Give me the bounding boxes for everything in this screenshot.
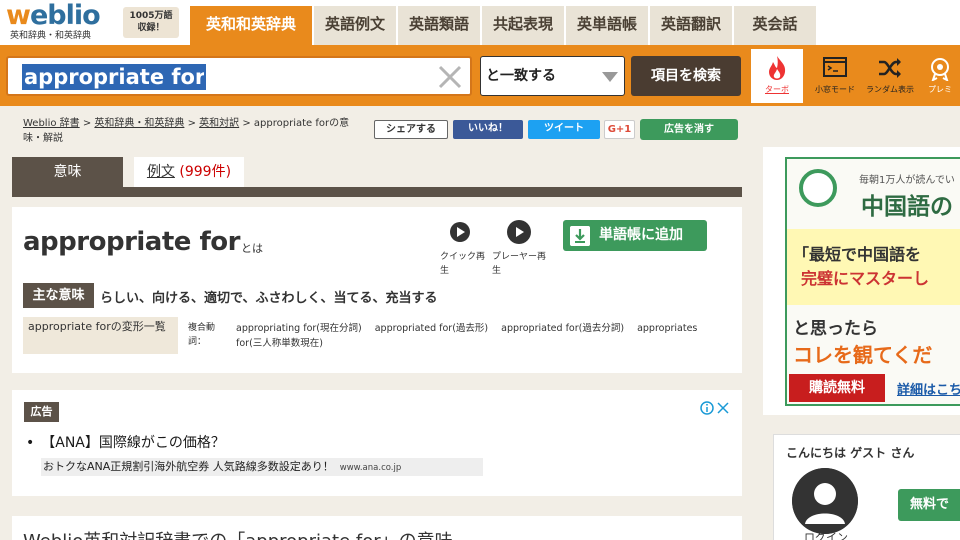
flame-icon bbox=[769, 56, 786, 80]
ad-choices-close-icon[interactable] bbox=[698, 400, 734, 416]
sidebar-ad-copy-line1: 「最短で中国語を bbox=[793, 245, 922, 264]
small-window-mode-tool[interactable]: 小窓モード bbox=[807, 49, 863, 103]
tab-translation[interactable]: 英語翻訳 bbox=[650, 6, 732, 45]
sidebar-ad-copy-line2: 完璧にマスターし bbox=[801, 269, 930, 288]
search-input[interactable] bbox=[22, 64, 206, 90]
entry-headword: appropriate for bbox=[23, 227, 240, 257]
breadcrumb: Weblio 辞書 > 英和辞典・和英辞典 > 英和対訳 > appropria… bbox=[23, 116, 368, 146]
tweet-button[interactable]: ツイート bbox=[528, 120, 600, 139]
meaning-tab-bar: 意味 例文 (999件) bbox=[12, 157, 742, 197]
tab-synonyms[interactable]: 英語類語 bbox=[398, 6, 480, 45]
inflection-form: appropriated for(過去形) bbox=[374, 323, 489, 334]
ad-box: 広告 • 【ANA】国際線がこの価格？ おトクなANA正規割引海外航空券 人気路… bbox=[12, 390, 742, 496]
inflection-forms: appropriating for(現在分詞) appropriated for… bbox=[236, 321, 726, 351]
tab-example-sentences[interactable]: 英語例文 bbox=[314, 6, 396, 45]
breadcrumb-link-weblio[interactable]: Weblio 辞書 bbox=[23, 118, 80, 129]
share-button[interactable]: シェアする bbox=[374, 120, 448, 139]
clear-icon[interactable] bbox=[436, 63, 464, 91]
login-link[interactable]: ログイン bbox=[804, 529, 848, 540]
player-play-label: プレーヤー再生 bbox=[492, 252, 547, 276]
premium-label: プレミ bbox=[928, 85, 952, 94]
subscribe-free-button[interactable]: 購読無料 bbox=[789, 374, 885, 402]
add-to-wordbook-button[interactable]: 単語帳に追加 bbox=[563, 220, 707, 251]
avatar-icon[interactable] bbox=[792, 468, 858, 534]
breadcrumb-link-translation[interactable]: 英和対訳 bbox=[199, 118, 239, 129]
count-badge-line2: 収録！ bbox=[137, 23, 165, 33]
breadcrumb-link-dictionary[interactable]: 英和辞典・和英辞典 bbox=[94, 118, 184, 129]
quick-play-label: クイック再生 bbox=[440, 252, 486, 276]
download-icon bbox=[570, 226, 590, 246]
tab-wordbook[interactable]: 英単語帳 bbox=[566, 6, 648, 45]
top-navigation-bar: weblio 英和辞典・和英辞典 1005万語 収録！ 英和和英辞典 英語例文 … bbox=[0, 0, 960, 45]
examples-count: (999件) bbox=[179, 164, 232, 180]
tab-conversation[interactable]: 英会話 bbox=[734, 6, 816, 45]
play-icon bbox=[450, 222, 470, 242]
google-plus-button[interactable]: G+1 bbox=[604, 120, 635, 139]
translation-section-card: Weblio英和対訳辞書での「appropriate for」の意味 bbox=[12, 516, 742, 540]
tab-examples[interactable]: 例文 (999件) bbox=[134, 157, 244, 187]
search-button[interactable]: 項目を検索 bbox=[631, 56, 741, 96]
greeting-text: こんにちは ゲスト さん bbox=[786, 446, 915, 460]
word-count-badge: 1005万語 収録！ bbox=[123, 7, 179, 38]
ad-url: www.ana.co.jp bbox=[339, 463, 402, 473]
add-wordbook-label: 単語帳に追加 bbox=[599, 227, 683, 243]
turbo-label: ターボ bbox=[765, 85, 789, 94]
hide-ads-button[interactable]: 広告を消す bbox=[640, 119, 738, 140]
match-mode-select[interactable]: と一致する bbox=[480, 56, 625, 96]
weblio-logo[interactable]: weblio 英和辞典・和英辞典 bbox=[6, 0, 118, 43]
sidebar-ad-subtitle: 毎朝1万人が読んでい bbox=[859, 175, 955, 186]
small-window-label: 小窓モード bbox=[815, 85, 855, 94]
premium-badge-icon bbox=[931, 58, 949, 81]
premium-tool[interactable]: プレミ bbox=[920, 49, 960, 103]
search-box bbox=[6, 56, 472, 96]
chevron-down-icon bbox=[602, 72, 618, 82]
inflection-form: appropriated for(過去分詞) bbox=[501, 323, 625, 334]
details-link[interactable]: 詳細はこち bbox=[897, 379, 960, 398]
turbo-tool[interactable]: ターボ bbox=[751, 49, 803, 103]
inflection-list-label: appropriate forの変形一覧 bbox=[23, 317, 178, 354]
sidebar-ad-copy-line3: と思ったら bbox=[793, 319, 878, 339]
ad-description-text: おトクなANA正規割引海外航空券 人気路線多数設定あり！ bbox=[43, 460, 334, 473]
entry-card: appropriate for とは クイック再生 プレーヤー再生 単語帳に追加… bbox=[12, 207, 742, 373]
logo-wordmark: weblio bbox=[6, 0, 101, 31]
main-meaning-label: 主な意味 bbox=[23, 283, 94, 308]
ad-description[interactable]: おトクなANA正規割引海外航空券 人気路線多数設定あり！ www.ana.co.j… bbox=[41, 458, 483, 476]
search-bar: と一致する 項目を検索 ターボ 小窓モード ランダム表示 bbox=[0, 45, 960, 106]
examples-label: 例文 bbox=[146, 164, 175, 180]
sidebar-ad-banner[interactable]: 毎朝1万人が読んでい 中国語の 「最短で中国語を 完璧にマスターし と思ったら … bbox=[785, 157, 960, 406]
terminal-window-icon bbox=[823, 57, 847, 77]
tab-eiwa-waei-dictionary[interactable]: 英和和英辞典 bbox=[190, 6, 312, 45]
sidebar-ad-copy-line4: コレを観てくだ bbox=[793, 343, 933, 367]
sidebar-ad[interactable]: 毎朝1万人が読んでい 中国語の 「最短で中国語を 完璧にマスターし と思ったら … bbox=[763, 147, 960, 415]
facebook-like-button[interactable]: いいね！ bbox=[453, 120, 523, 139]
breadcrumb-separator: > bbox=[184, 118, 200, 129]
free-register-button[interactable]: 無料で bbox=[898, 489, 960, 521]
play-triangle bbox=[516, 227, 524, 237]
chinese-course-logo-icon bbox=[799, 169, 837, 207]
match-mode-value: と一致する bbox=[486, 68, 556, 84]
inflection-form: appropriating for(現在分詞) bbox=[236, 323, 362, 334]
random-display-label: ランダム表示 bbox=[866, 85, 914, 94]
shuffle-icon bbox=[879, 58, 901, 78]
entry-toha: とは bbox=[241, 242, 263, 255]
tab-meaning[interactable]: 意味 bbox=[12, 157, 123, 187]
breadcrumb-separator: > bbox=[79, 118, 95, 129]
breadcrumb-separator: > bbox=[239, 118, 254, 129]
inflection-type: 複合動詞： bbox=[188, 323, 216, 347]
tab-collocations[interactable]: 共起表現 bbox=[482, 6, 564, 45]
ad-title-link[interactable]: • 【ANA】国際線がこの価格？ bbox=[26, 432, 225, 452]
random-display-tool[interactable]: ランダム表示 bbox=[862, 49, 918, 103]
section-title: Weblio英和対訳辞書での「appropriate for」の意味 bbox=[23, 527, 453, 540]
logo-subtitle: 英和辞典・和英辞典 bbox=[10, 31, 92, 41]
ad-label: 広告 bbox=[24, 402, 59, 422]
sidebar-ad-heading: 中国語の bbox=[861, 194, 953, 220]
main-meaning-text: らしい、向ける、適切で、ふさわしく、当てる、充当する bbox=[100, 291, 438, 306]
count-badge-line1: 1005万語 bbox=[129, 11, 173, 21]
user-panel: こんにちは ゲスト さん ログイン 無料で bbox=[773, 434, 960, 540]
